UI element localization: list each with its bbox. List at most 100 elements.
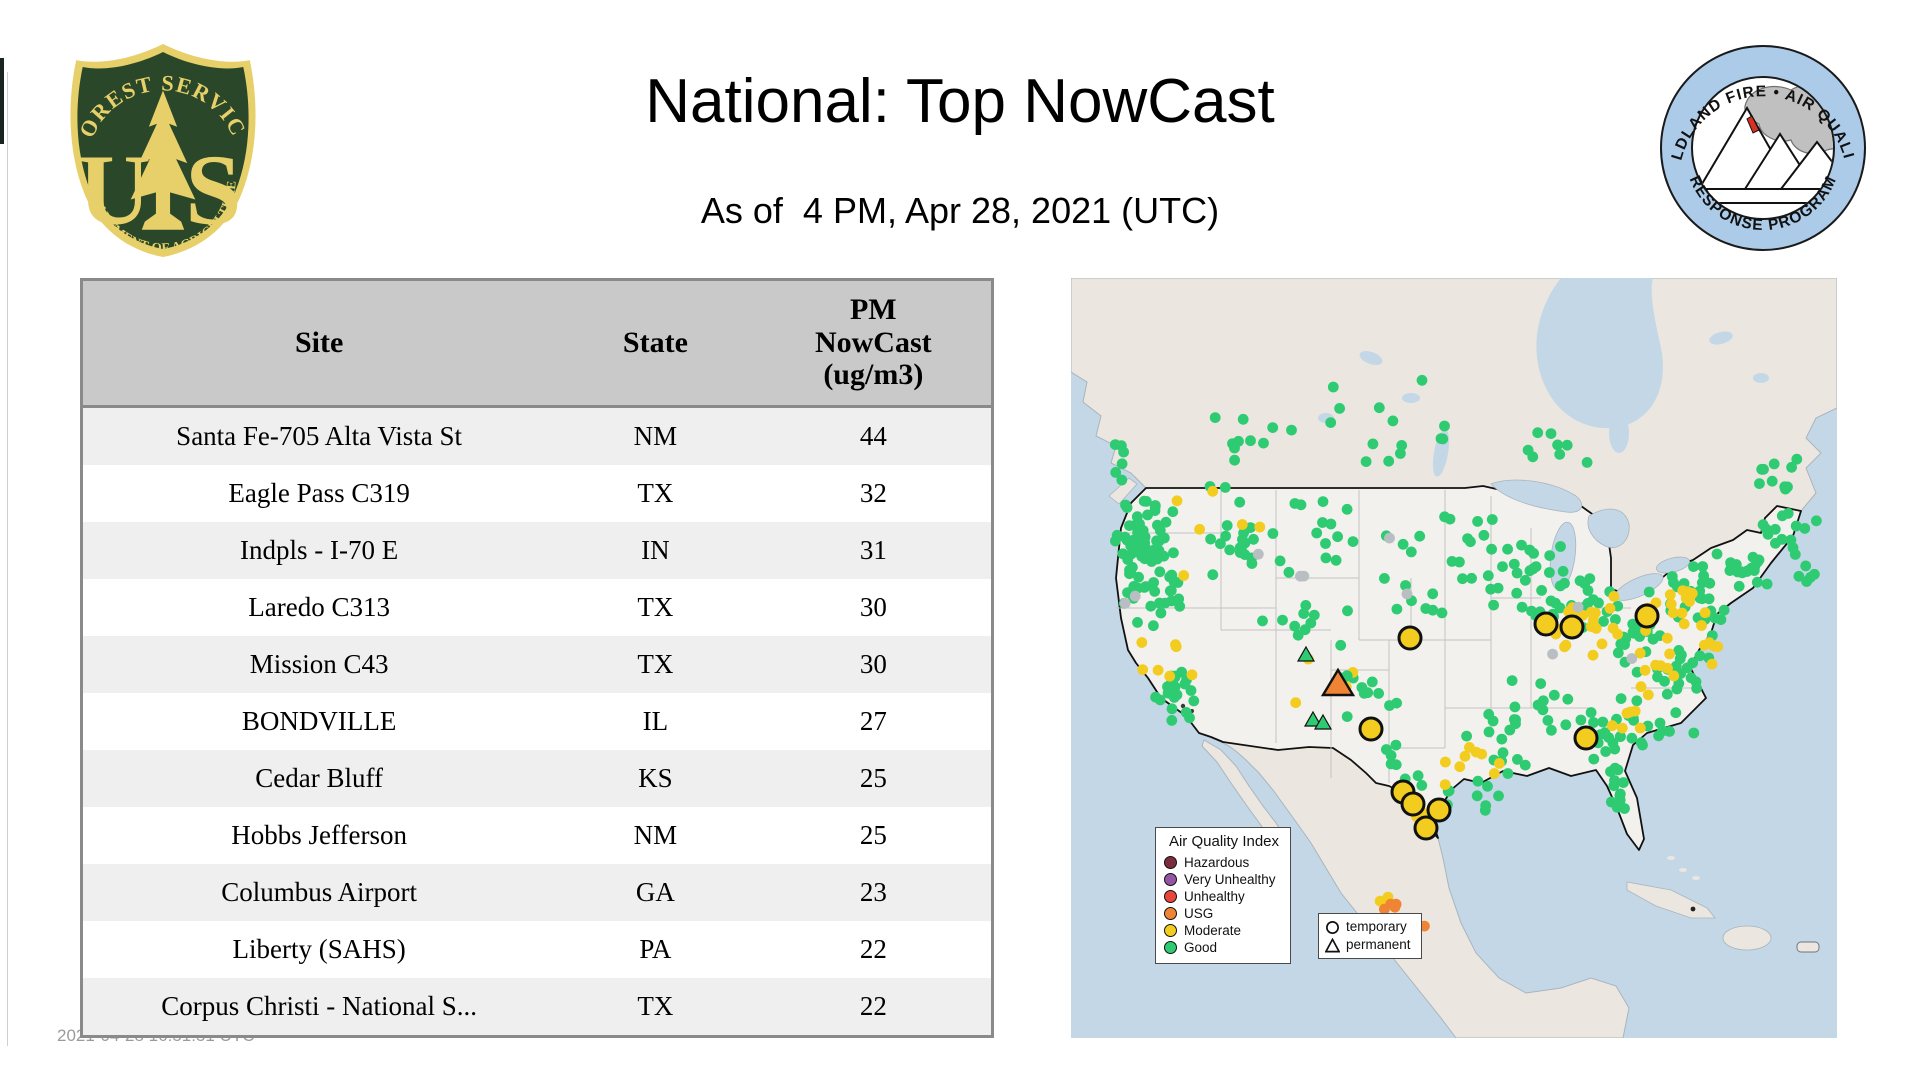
- monitor-dot-good: [1509, 714, 1520, 725]
- monitor-dot-good: [1741, 566, 1753, 577]
- monitor-dot-good: [1493, 790, 1504, 802]
- monitor-dot-moderate: [1642, 689, 1654, 701]
- marker-legend-label: permanent: [1346, 937, 1411, 952]
- monitor-dot-good: [1718, 604, 1730, 616]
- monitor-dot-good: [1472, 775, 1484, 787]
- monitor-dot-good: [1138, 548, 1149, 560]
- monitor-dot-good: [1681, 662, 1693, 674]
- monitor-dot-good: [1224, 544, 1236, 556]
- monitor-dot-good: [1537, 695, 1549, 707]
- state-cell: TX: [637, 991, 674, 1021]
- highlighted-site-circle: [1573, 725, 1599, 751]
- monitor-dot-good: [1111, 529, 1123, 541]
- monitor-dot-moderate: [1608, 591, 1620, 602]
- monitor-dot-good: [1245, 435, 1256, 447]
- monitor-dot-good: [1635, 737, 1647, 749]
- monitor-dot-good: [1486, 514, 1498, 525]
- monitor-dot-good: [1785, 534, 1797, 546]
- monitor-dot-good: [1132, 617, 1143, 628]
- monitor-dot-good: [1439, 420, 1450, 432]
- monitor-dot-good: [1150, 691, 1161, 703]
- monitor-dot-good: [1373, 688, 1384, 699]
- monitor-dot-missing: [1384, 532, 1395, 544]
- monitor-dot-good: [1606, 796, 1617, 808]
- monitor-dot-moderate: [1703, 637, 1715, 649]
- monitor-dot-good: [1581, 457, 1593, 468]
- monitor-dot-good: [1631, 695, 1643, 707]
- monitor-dot-good: [1188, 695, 1200, 707]
- monitor-dot-good: [1300, 600, 1312, 611]
- monitor-dot-good: [1733, 580, 1745, 592]
- monitor-dot-moderate: [1171, 495, 1183, 507]
- monitor-dot-good: [1496, 733, 1508, 745]
- table-row: Laredo C313 TX 30: [81, 579, 993, 636]
- monitor-dot-good: [1387, 415, 1399, 427]
- monitor-dot-good: [1416, 780, 1428, 791]
- monitor-dot-good: [1673, 645, 1685, 656]
- monitor-dot-good: [1125, 548, 1137, 560]
- monitor-dot-good: [1550, 597, 1561, 609]
- monitor-dot-moderate: [1699, 607, 1711, 619]
- monitor-dot-moderate: [1488, 768, 1500, 779]
- monitor-dot-good: [1584, 573, 1596, 584]
- site-cell: Eagle Pass C319: [228, 478, 410, 508]
- monitor-dot-good: [1215, 538, 1226, 550]
- monitor-dot-good: [1557, 565, 1569, 577]
- monitor-dot-good: [1769, 523, 1781, 535]
- monitor-dot-moderate: [1596, 638, 1608, 650]
- monitor-dot-good: [1381, 744, 1392, 755]
- monitor-dot-good: [1559, 577, 1570, 589]
- monitor-dot-good: [1283, 566, 1295, 578]
- monitor-dot-good: [1347, 536, 1359, 547]
- monitor-dot-good: [1457, 573, 1468, 585]
- monitor-dot-good: [1221, 520, 1233, 531]
- monitor-dot-moderate: [1178, 570, 1190, 581]
- monitor-dot-good: [1753, 554, 1765, 566]
- site-cell: Corpus Christi - National S...: [161, 991, 477, 1021]
- monitor-dot-good: [1751, 576, 1763, 588]
- state-cell: PA: [639, 934, 672, 964]
- monitor-dot-moderate: [1678, 618, 1690, 630]
- monitor-dot-good: [1614, 790, 1626, 801]
- monitor-dot-good: [1502, 543, 1513, 555]
- monitor-dot-good: [1779, 481, 1791, 493]
- state-cell: IL: [642, 706, 669, 736]
- monitor-dot-good: [1698, 570, 1709, 582]
- monitor-dot-good: [1562, 693, 1574, 705]
- wfaqrp-logo: WILDLAND FIRE • AIR QUALITY RESPONSE PRO…: [1657, 42, 1866, 251]
- monitor-dot-good: [1320, 538, 1331, 549]
- monitor-dot-good: [1229, 454, 1240, 466]
- aqi-legend-item: USG: [1164, 905, 1284, 922]
- monitor-dot-good: [1560, 719, 1572, 731]
- marker-legend-item: temporary: [1325, 918, 1415, 936]
- monitor-dot-good: [1483, 708, 1495, 720]
- monitor-dot-good: [1367, 438, 1379, 450]
- aqi-legend-item: Good: [1164, 939, 1284, 956]
- state-cell: KS: [638, 763, 673, 793]
- james-bay: [1609, 413, 1629, 453]
- monitor-dot-moderate: [1136, 637, 1148, 648]
- monitor-dot-good: [1267, 528, 1279, 539]
- monitor-dot-good: [1383, 455, 1395, 467]
- puerto-rico: [1796, 941, 1820, 953]
- monitor-dot-moderate: [1493, 758, 1505, 769]
- monitor-dot-good: [1688, 727, 1700, 739]
- monitor-dot-good: [1545, 428, 1557, 439]
- monitor-dot-moderate: [1664, 648, 1675, 660]
- monitor-dot-good: [1497, 561, 1508, 572]
- monitor-dot-good: [1162, 687, 1174, 699]
- monitor-dot-good: [1151, 553, 1163, 565]
- monitor-dot-good: [1289, 620, 1301, 632]
- site-cell: Santa Fe-705 Alta Vista St: [176, 421, 463, 451]
- monitor-dot-good: [1131, 511, 1143, 523]
- monitor-dot-good: [1124, 564, 1135, 576]
- monitor-dot-good: [1790, 520, 1802, 532]
- monitor-dot-good: [1435, 433, 1447, 444]
- monitor-dot-good: [1165, 571, 1177, 582]
- page-subtitle: As of 4 PM, Apr 28, 2021 (UTC): [700, 190, 1220, 231]
- pm-nowcast-cell: 32: [859, 478, 887, 508]
- table-row: Santa Fe-705 Alta Vista St NM 44: [81, 406, 993, 465]
- highlighted-site-circle: [1634, 603, 1660, 629]
- monitor-dot-good: [1289, 498, 1301, 509]
- monitor-dot-moderate: [1194, 523, 1205, 535]
